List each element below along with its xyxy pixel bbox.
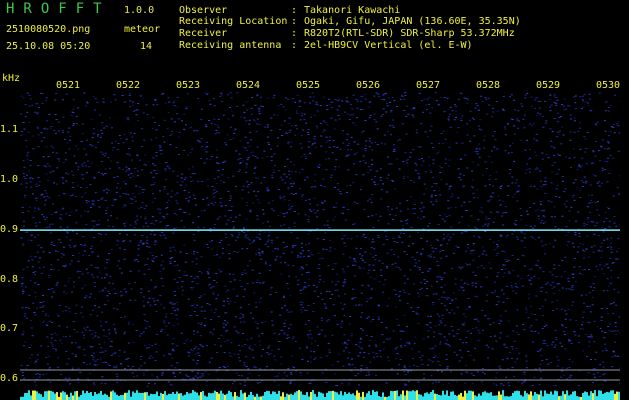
info-value-receiver: R820T2(RTL-SDR) SDR-Sharp 53.372MHz	[304, 28, 515, 39]
meteor-count: 14	[140, 41, 153, 52]
y-tick-label: 0.8	[0, 274, 19, 285]
info-colon: :	[291, 5, 298, 16]
meteor-label: meteor	[124, 24, 161, 35]
x-tick-label: 0522	[116, 80, 141, 91]
app-name: HROFFT	[6, 1, 111, 17]
x-tick-label: 0529	[536, 80, 561, 91]
x-tick-label: 0523	[176, 80, 201, 91]
app-version: 1.0.0	[124, 5, 155, 16]
info-key-observer: Observer	[179, 5, 228, 16]
info-value-observer: Takanori Kawachi	[304, 5, 401, 16]
info-key-antenna: Receiving antenna	[179, 40, 282, 51]
x-tick-label: 0528	[476, 80, 501, 91]
y-tick-label: 0.9	[0, 224, 19, 235]
spectrogram-background	[20, 92, 620, 400]
info-value-location: Ogaki, Gifu, JAPAN (136.60E, 35.35N)	[304, 16, 521, 27]
info-colon: :	[291, 28, 298, 39]
info-value-antenna: 2el-HB9CV Vertical (el. E-W)	[304, 40, 473, 51]
info-colon: :	[291, 40, 298, 51]
x-tick-label: 0530	[596, 80, 621, 91]
y-tick-label: 0.6	[0, 373, 19, 384]
info-key-receiver: Receiver	[179, 28, 228, 39]
y-tick-label: 0.7	[0, 323, 19, 334]
timestamp: 25.10.08 05:20	[6, 41, 91, 52]
y-tick-label: 1.1	[0, 124, 19, 135]
spectrogram	[20, 92, 620, 400]
info-key-location: Receiving Location	[179, 16, 288, 27]
file-name: 2510080520.png	[6, 24, 91, 35]
y-tick-label: 1.0	[0, 174, 19, 185]
x-tick-label: 0525	[296, 80, 321, 91]
x-tick-label: 0521	[56, 80, 81, 91]
x-tick-label: 0527	[416, 80, 441, 91]
info-colon: :	[291, 16, 298, 27]
x-tick-label: 0526	[356, 80, 381, 91]
y-axis-unit: kHz	[2, 73, 21, 84]
x-tick-label: 0524	[236, 80, 261, 91]
